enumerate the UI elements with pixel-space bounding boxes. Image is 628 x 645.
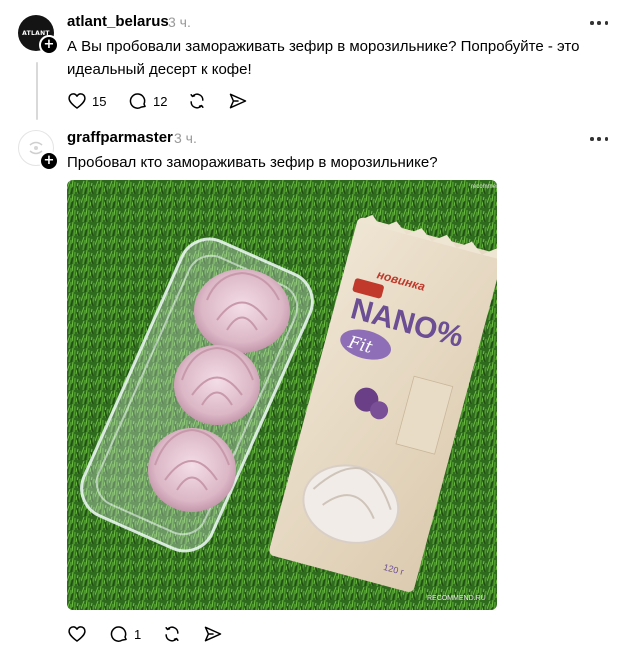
username[interactable]: graffparmaster — [67, 129, 173, 146]
marshmallow-photo: новинка NANO% Fit 120 г RECOMMEND.RU rec… — [67, 180, 497, 610]
svg-text:RECOMMEND.RU: RECOMMEND.RU — [427, 595, 486, 602]
thread-line — [36, 62, 38, 120]
more-dots-icon[interactable] — [590, 136, 608, 142]
repost-icon — [190, 93, 204, 109]
post-atlant: ATLANT + atlant_belarus 3 ч. А Вы пробов… — [0, 0, 628, 125]
heart-icon — [68, 626, 86, 642]
heart-icon — [68, 93, 86, 109]
share-button[interactable] — [228, 91, 252, 111]
comment-button[interactable]: 1 — [109, 624, 162, 644]
comment-count: 1 — [134, 626, 142, 642]
post-text: А Вы пробовали замораживать зефир в моро… — [67, 38, 580, 78]
repost-button[interactable] — [162, 624, 203, 644]
share-button[interactable] — [203, 624, 227, 644]
share-paper-plane-icon — [229, 93, 247, 109]
more-dots-icon[interactable] — [590, 20, 608, 26]
repost-button[interactable] — [187, 91, 228, 111]
username[interactable]: atlant_belarus — [67, 13, 169, 30]
repost-icon — [165, 626, 179, 642]
timestamp: 3 ч. — [174, 130, 197, 146]
follow-plus-icon[interactable]: + — [39, 151, 59, 171]
comment-bubble-icon — [110, 626, 127, 642]
svg-text:recommend: recommend — [471, 184, 497, 190]
follow-plus-icon[interactable]: + — [39, 35, 59, 55]
action-bar: 15 12 — [67, 90, 252, 112]
timestamp: 3 ч. — [168, 14, 191, 30]
share-paper-plane-icon — [204, 626, 222, 642]
like-button[interactable]: 15 — [67, 91, 128, 111]
action-bar: 1 — [67, 623, 227, 645]
like-count: 15 — [92, 93, 107, 109]
comment-count: 12 — [153, 93, 168, 109]
comment-button[interactable]: 12 — [128, 91, 187, 111]
like-button[interactable] — [67, 624, 109, 644]
comment-bubble-icon — [129, 93, 146, 109]
post-photo[interactable]: новинка NANO% Fit 120 г RECOMMEND.RU rec… — [67, 180, 497, 610]
post-text: Пробовал кто замораживать зефир в морози… — [67, 154, 438, 171]
